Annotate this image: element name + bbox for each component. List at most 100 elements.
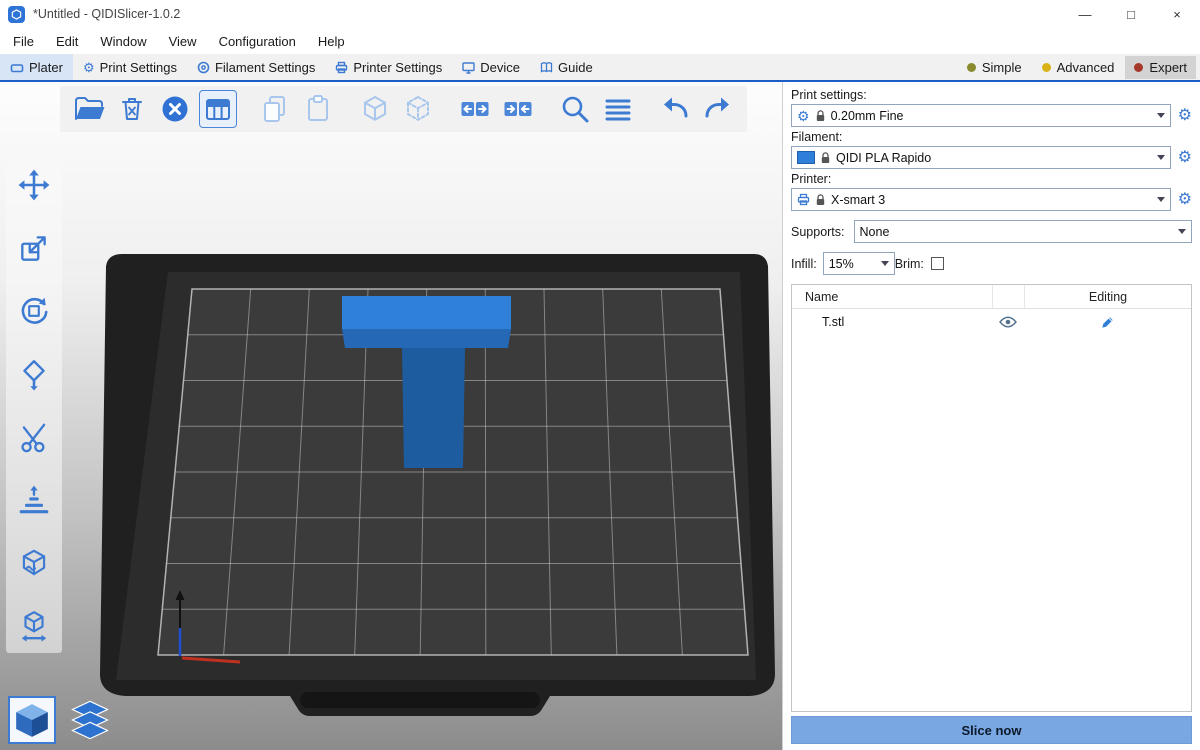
3d-viewport[interactable] [0,82,782,750]
infill-label: Infill: [791,257,817,271]
title-bar: *Untitled - QIDISlicer-1.0.2 — □ × [0,0,1200,28]
dropdown-arrow-icon [1157,113,1165,122]
arrange-button[interactable] [199,90,237,128]
edit-icon[interactable] [1024,309,1191,335]
maximize-button[interactable]: □ [1108,0,1154,28]
mode-simple[interactable]: Simple [958,56,1031,79]
slice-now-button[interactable]: Slice now [791,716,1192,744]
plater-toolbar [60,86,747,132]
split-parts-button[interactable] [499,90,537,128]
tab-plater[interactable]: Plater [0,54,73,80]
main-area: Print settings: ⚙ 0.20mm Fine ⚙ Filament… [0,82,1200,750]
minimize-button[interactable]: — [1062,0,1108,28]
object-list: Name Editing T.stl [791,284,1192,712]
filament-spool-icon [197,61,210,74]
copy-button[interactable] [256,90,294,128]
device-monitor-icon [462,61,475,74]
tab-guide[interactable]: Guide [530,54,603,80]
redo-button[interactable] [699,90,737,128]
printer-combo[interactable]: X-smart 3 [791,188,1171,211]
expert-mode-dot-icon [1134,63,1143,72]
window-controls: — □ × [1062,0,1200,28]
undo-button[interactable] [656,90,694,128]
split-objects-button[interactable] [456,90,494,128]
menu-configuration[interactable]: Configuration [208,34,307,49]
dropdown-arrow-icon [1157,155,1165,164]
name-column-header: Name [792,290,992,304]
print-bed-scene[interactable] [0,82,782,750]
editor-view-button[interactable] [8,696,56,744]
editing-column-header: Editing [1024,285,1191,308]
tab-filament-settings[interactable]: Filament Settings [187,54,325,80]
cut-button[interactable] [13,416,55,458]
brim-checkbox[interactable] [931,257,944,270]
printer-gear-button[interactable]: ⚙ [1178,192,1192,208]
delete-button[interactable] [113,90,151,128]
measure-button[interactable] [13,605,55,647]
profile-gear-icon: ⚙ [797,109,810,123]
dropdown-arrow-icon [881,261,889,270]
lock-icon [821,152,830,164]
window-title: *Untitled - QIDISlicer-1.0.2 [33,7,180,21]
filament-label: Filament: [791,130,1192,144]
menu-help[interactable]: Help [307,34,356,49]
object-list-header: Name Editing [792,285,1191,309]
add-instance-button[interactable] [356,90,394,128]
open-button[interactable] [70,90,108,128]
print-settings-gear-button[interactable]: ⚙ [1178,108,1192,124]
menu-file[interactable]: File [2,34,45,49]
eye-icon[interactable] [992,309,1024,335]
guide-book-icon [540,61,553,74]
view-toggles [8,696,114,744]
lock-icon [816,194,825,206]
bed-handle [300,692,540,708]
infill-combo[interactable]: 15% [823,252,895,275]
filament-gear-button[interactable]: ⚙ [1178,150,1192,166]
search-button[interactable] [556,90,594,128]
filament-combo[interactable]: QIDI PLA Rapido [791,146,1171,169]
delete-all-button[interactable] [156,90,194,128]
mode-switcher: Simple Advanced Expert [958,54,1200,80]
remove-instance-button[interactable] [399,90,437,128]
tab-device[interactable]: Device [452,54,530,80]
paint-supports-button[interactable] [13,479,55,521]
menu-window[interactable]: Window [89,34,157,49]
menu-edit[interactable]: Edit [45,34,89,49]
print-settings-label: Print settings: [791,88,1192,102]
dropdown-arrow-icon [1157,197,1165,206]
menu-view[interactable]: View [158,34,208,49]
place-on-face-button[interactable] [13,353,55,395]
rotate-button[interactable] [13,290,55,332]
3d-cube-icon [13,701,51,739]
printer-icon [797,193,810,206]
object-name: T.stl [792,315,992,329]
scale-button[interactable] [13,227,55,269]
print-settings-tab-icon: ⚙ [83,61,95,74]
variable-layer-height-button[interactable] [599,90,637,128]
dropdown-arrow-icon [1178,229,1186,238]
settings-panel: Print settings: ⚙ 0.20mm Fine ⚙ Filament… [782,82,1200,750]
menu-bar: File Edit Window View Configuration Help [0,28,1200,54]
preview-view-button[interactable] [66,696,114,744]
brim-label: Brim: [895,257,924,271]
layers-icon [69,699,111,741]
close-button[interactable]: × [1154,0,1200,28]
mode-advanced[interactable]: Advanced [1033,56,1124,79]
mode-expert[interactable]: Expert [1125,56,1196,79]
supports-label: Supports: [791,225,845,239]
move-button[interactable] [13,164,55,206]
object-row-t-stl[interactable]: T.stl [792,309,1191,335]
print-settings-combo[interactable]: ⚙ 0.20mm Fine [791,104,1171,127]
tab-printer-settings[interactable]: Printer Settings [325,54,452,80]
printer-label: Printer: [791,172,1192,186]
qidislicer-window: *Untitled - QIDISlicer-1.0.2 — □ × File … [0,0,1200,750]
supports-combo[interactable]: None [854,220,1192,243]
tab-bar: Plater ⚙ Print Settings Filament Setting… [0,54,1200,82]
tab-print-settings[interactable]: ⚙ Print Settings [73,54,187,80]
seam-paint-button[interactable] [13,542,55,584]
advanced-mode-dot-icon [1042,63,1051,72]
paste-button[interactable] [299,90,337,128]
filament-color-swatch [797,151,815,164]
app-icon [8,6,25,23]
lock-icon [816,110,825,122]
